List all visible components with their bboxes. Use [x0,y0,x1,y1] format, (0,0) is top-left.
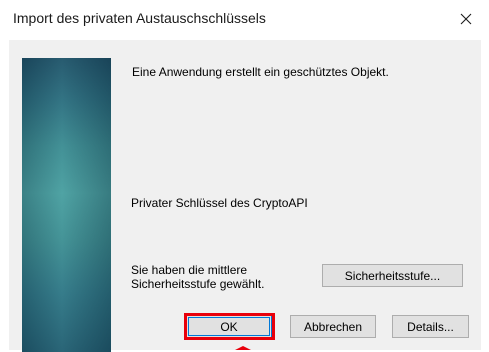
window-title: Import des privaten Austauschschlüssels [13,10,266,26]
red-arrow-icon [235,346,251,350]
close-button[interactable] [443,0,489,38]
dialog-body: Eine Anwendung erstellt ein geschütztes … [9,40,481,352]
ok-button-label: OK [220,319,238,334]
close-icon [460,13,472,25]
dialog-window: Import des privaten Austauschschlüssels … [0,0,489,352]
ok-button[interactable]: OK [186,315,272,338]
key-description: Privater Schlüssel des CryptoAPI [131,196,308,210]
title-bar[interactable]: Import des privaten Austauschschlüssels [0,0,489,40]
cancel-button[interactable]: Abbrechen [290,315,376,338]
protected-object-message: Eine Anwendung erstellt ein geschütztes … [132,65,389,79]
security-level-text: Sie haben die mittlere Sicherheitsstufe … [131,263,265,291]
details-button[interactable]: Details... [392,315,469,338]
decorative-side-banner [22,58,111,352]
security-level-button[interactable]: Sicherheitsstufe... [322,264,463,287]
